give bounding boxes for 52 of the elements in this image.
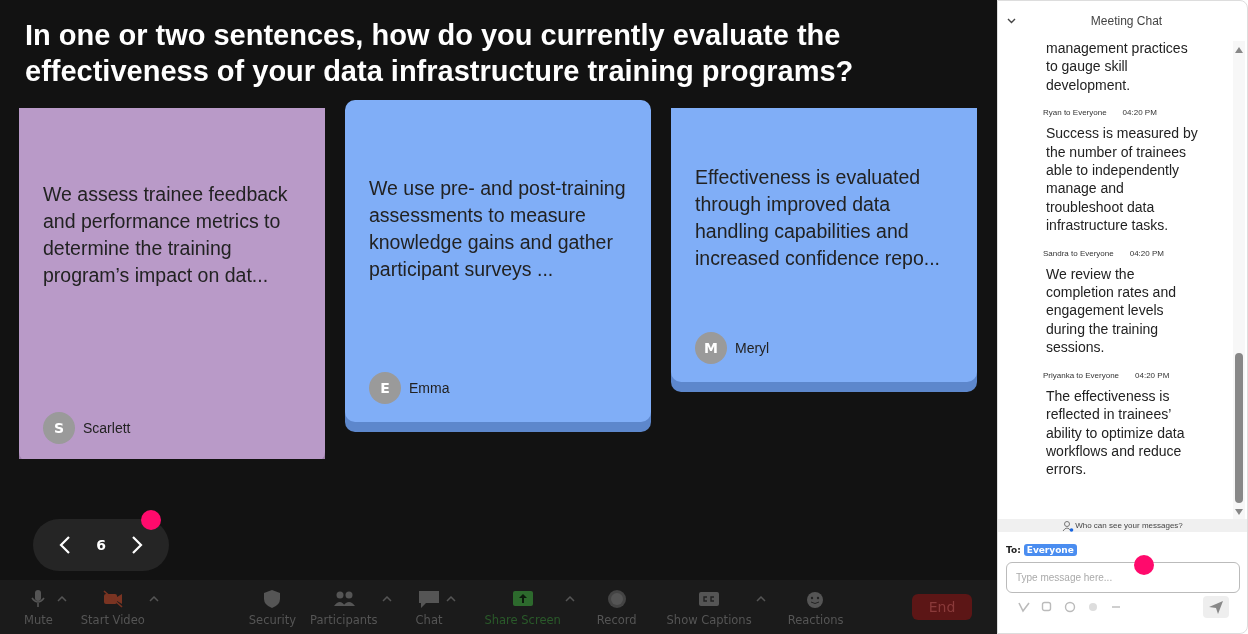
caret-icon[interactable] xyxy=(56,595,67,602)
chat-title: Meeting Chat xyxy=(1090,14,1163,28)
response-text: Effectiveness is evaluated through improved data handling capabilities and increased confidence repo... xyxy=(695,165,941,271)
toolbar-button[interactable]: Record xyxy=(596,587,637,627)
scrollbar[interactable] xyxy=(1233,41,1245,519)
avatar: M xyxy=(695,332,727,364)
toolbar-button[interactable]: Reactions xyxy=(787,587,844,627)
avatar: S xyxy=(43,412,75,444)
message-sender: Priyanka to Everyone xyxy=(1043,370,1120,380)
toolbar-button[interactable]: Share Screen xyxy=(484,587,561,627)
recipient-chip[interactable]: Everyone xyxy=(1023,544,1077,556)
message-time: 04:20 PM xyxy=(1129,248,1164,258)
next-icon[interactable] xyxy=(130,535,143,555)
page-number: 6 xyxy=(96,537,106,553)
pointer-dot xyxy=(1134,555,1154,575)
author-name: Meryl xyxy=(735,340,770,356)
response-text: We use pre- and post-training assessments to measure knowledge gains and gather participant surveys ... xyxy=(369,176,627,282)
caret-icon[interactable] xyxy=(446,595,457,602)
toolbar-button[interactable]: Start Video xyxy=(80,587,145,627)
visibility-link[interactable]: Who can see your messages? xyxy=(1075,521,1183,530)
response-text: We assess trainee feedback and performance metrics to determine the training program’s impact on dat... xyxy=(43,182,289,288)
toolbar-button[interactable]: Chat xyxy=(415,587,443,627)
toolbar-button[interactable]: Security xyxy=(248,587,296,627)
pointer-dot xyxy=(141,510,161,530)
previous-icon[interactable] xyxy=(59,535,72,555)
message-time: 04:20 PM xyxy=(1122,108,1157,118)
message-time: 04:20 PM xyxy=(1135,370,1170,380)
chevron-icon[interactable] xyxy=(1007,18,1016,24)
toolbar-button[interactable]: Show Captions xyxy=(666,587,752,627)
person-icon xyxy=(1062,519,1075,532)
avatar: E xyxy=(369,372,401,404)
message-text: management practices to gauge skill development. xyxy=(1046,41,1189,95)
message-text: Success is measured by the number of trainees able to independently manage and troubleshoot data infrastructure tasks. xyxy=(1046,124,1198,235)
message-text: We review the completion rates and engagement levels during the training sessions. xyxy=(1046,264,1177,357)
message-text: The effectiveness is reflected in trainees’ ability to optimize data workflows and reduce errors. xyxy=(1046,386,1186,479)
author-name: Emma xyxy=(409,380,450,396)
caret-icon[interactable] xyxy=(564,595,575,602)
to-label: To: xyxy=(1006,545,1021,555)
scroll-thumb[interactable] xyxy=(1235,353,1243,503)
caret-icon[interactable] xyxy=(755,595,766,602)
toolbar-button[interactable]: Mute xyxy=(24,587,53,627)
send-icon[interactable] xyxy=(1203,596,1229,618)
scroll-up-icon[interactable] xyxy=(1235,47,1243,53)
scroll-down-icon[interactable] xyxy=(1235,509,1243,515)
message-sender: Ryan to Everyone xyxy=(1043,108,1107,118)
question-title: In one or two sentences, how do you currently evaluate the effectiveness of your data infrastructure training programs? xyxy=(24,18,855,89)
message-input[interactable]: Type message here... xyxy=(1006,562,1240,593)
caret-icon[interactable] xyxy=(148,595,159,602)
caret-icon[interactable] xyxy=(381,595,392,602)
message-sender: Sandra to Everyone xyxy=(1043,248,1114,258)
toolbar-button[interactable]: Participants xyxy=(310,587,378,627)
author-name: Scarlett xyxy=(83,420,131,436)
